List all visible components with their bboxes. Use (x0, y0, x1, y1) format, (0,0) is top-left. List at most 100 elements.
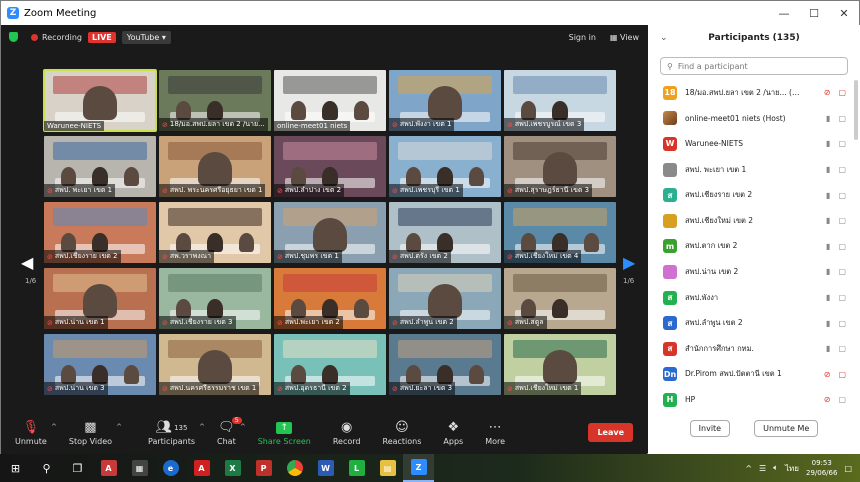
start-button[interactable]: ⊞ (0, 454, 31, 482)
participant-row[interactable]: Dn Dr.Pirom สพป.ปัตตานี เขต 1 ⊘ ▢ (648, 362, 860, 388)
close-button[interactable]: ✕ (829, 7, 859, 20)
mic-muted-icon: 🎙︎ (22, 420, 40, 435)
share-screen-button[interactable]: ↑ Share Screen (258, 419, 311, 446)
leave-button[interactable]: Leave (588, 422, 633, 442)
participant-row[interactable]: สพป.น่าน เขต 2 ▮ ▢ (648, 259, 860, 285)
apps-icon: ❖ (447, 420, 460, 435)
unmute-me-button[interactable]: Unmute Me (754, 420, 819, 437)
video-tile[interactable]: ⊘ สพป.เชียงราย เขต 3 (159, 268, 271, 329)
reactions-button[interactable]: ☺ Reactions (383, 419, 422, 446)
video-tile[interactable]: Warunee-NIETS (43, 69, 157, 132)
mic-icon: ▮ (826, 318, 831, 328)
video-tile[interactable]: ⊘ สพป.เพชรบุรี เขต 1 (389, 136, 501, 197)
mic-icon: ▮ (826, 216, 831, 226)
collapse-chevron-icon[interactable]: ⌄ (660, 33, 668, 43)
minimize-button[interactable]: — (769, 7, 799, 20)
next-page-arrow-icon[interactable]: ▶ (623, 253, 635, 272)
participants-caret-icon[interactable]: ^ (199, 423, 205, 431)
maximize-button[interactable]: ☐ (799, 7, 829, 20)
record-button[interactable]: ◉ Record (333, 419, 361, 446)
taskbar-app-pdf2[interactable]: P (248, 454, 279, 482)
unmute-button[interactable]: 🎙︎ Unmute ^ (15, 419, 57, 446)
apps-button[interactable]: ❖ Apps (443, 419, 463, 446)
participant-list-scrollbar[interactable] (854, 80, 858, 140)
share-screen-icon: ↑ (276, 421, 293, 434)
chat-caret-icon[interactable]: ^ (240, 423, 246, 431)
mic-muted-icon: ⊘ (507, 120, 513, 129)
video-tile[interactable]: ⊘ สพป.เชียงราย เขต 2 (44, 202, 156, 263)
participant-row[interactable]: สสพป.พังงา ▮ ▢ (648, 285, 860, 311)
video-tile[interactable]: ⊘ สพป.ยะลา เขต 3 (389, 334, 501, 395)
prev-page-arrow-icon[interactable]: ◀ (21, 253, 33, 272)
tray-chevron-icon[interactable]: ^ (745, 464, 752, 473)
taskbar-app-zoom[interactable]: Z (403, 454, 434, 482)
video-tile[interactable]: ⊘ สพป.พังงา เขต 1 (389, 70, 501, 131)
video-tile[interactable]: ⊘ สพป.เพชรบูรณ์ เขต 3 (504, 70, 616, 131)
video-tile[interactable]: ⊘ สพป.ชุมพร เขต 1 (274, 202, 386, 263)
video-tile[interactable]: ⊘ สพป.ลำปาง เขต 2 (274, 136, 386, 197)
security-shield-icon[interactable] (9, 32, 18, 42)
video-tile[interactable]: ⊘ สพป.ตรัง เขต 2 (389, 202, 501, 263)
participant-row[interactable]: สพป. พะเยา เขต 1 ▮ ▢ (648, 157, 860, 183)
participant-row[interactable]: สสพป.เชียงราย เขต 2 ▮ ▢ (648, 182, 860, 208)
video-tile[interactable]: ⊘ สพป.สุราษฎร์ธานี เขต 3 (504, 136, 616, 197)
chat-button[interactable]: 🗨︎ 5 Chat ^ (217, 416, 246, 446)
more-button[interactable]: ⋯ More (485, 419, 505, 446)
network-icon[interactable]: ☰ (759, 464, 766, 473)
taskbar-app-chrome[interactable] (279, 454, 310, 482)
search-taskbar-button[interactable]: ⚲ (31, 454, 62, 482)
video-tile[interactable]: ⊘ สพป.น่าน เขต 1 (44, 268, 156, 329)
video-icon: ▢ (838, 293, 846, 303)
youtube-dropdown[interactable]: YouTube ▾ (121, 30, 171, 44)
language-indicator[interactable]: ไทย (785, 462, 799, 475)
taskbar-app-pdf[interactable]: A (93, 454, 124, 482)
video-tile[interactable]: ⊘ สพป.เชียงใหม่ เขต 1 (504, 334, 616, 395)
video-tile[interactable]: ⊘ 18/มอ.สพป.ยลา เขต 2 /นาย... (159, 70, 271, 131)
audio-options-caret-icon[interactable]: ^ (51, 423, 57, 431)
sign-in-link[interactable]: Sign in (569, 33, 596, 42)
participants-panel: ⌄ Participants (135) ⚲ Find a participan… (648, 25, 860, 455)
video-tile[interactable]: ⊘ สพป.เชียงใหม่ เขต 4 (504, 202, 616, 263)
participants-button[interactable]: 👥︎ 135 Participants ^ (148, 419, 205, 446)
video-tile[interactable]: ⊘ สพป. พะเยา เขต 1 (44, 136, 156, 197)
volume-icon[interactable]: 🔈︎ (773, 463, 778, 473)
mic-icon: ▮ (826, 241, 831, 251)
participant-row[interactable]: W Warunee-NIETS ▮ ▢ (648, 131, 860, 157)
video-tile[interactable]: ⊘ สพป.อุดรธานี เขต 2 (274, 334, 386, 395)
mic-muted-icon: ⊘ (392, 384, 398, 393)
participant-row[interactable]: m สพป.ตาก เขต 2 ▮ ▢ (648, 234, 860, 260)
task-view-button[interactable]: ❐ (62, 454, 93, 482)
notifications-icon[interactable]: □ (844, 464, 852, 473)
participant-row[interactable]: 18 18/มอ.สพป.ยลา เขต 2 /นาย... (Me) ⊘ ▢ (648, 80, 860, 106)
taskbar-app-acrobat[interactable]: A (186, 454, 217, 482)
taskbar-clock[interactable]: 09:53 29/06/66 (806, 458, 837, 478)
video-tile[interactable]: ⊘ สพป.พะเยา เขต 2 (274, 268, 386, 329)
participant-row[interactable]: H HP ⊘ ▢ (648, 387, 860, 413)
participant-list: 18 18/มอ.สพป.ยลา เขต 2 /นาย... (Me) ⊘ ▢ onli… (648, 80, 860, 413)
participant-row[interactable]: สพป.เชียงใหม่ เขต 2 ▮ ▢ (648, 208, 860, 234)
taskbar-app-line[interactable]: L (341, 454, 372, 482)
video-tile[interactable]: online-meet01 niets (274, 70, 386, 131)
taskbar-app-edge[interactable]: e (155, 454, 186, 482)
participant-search-field[interactable]: ⚲ Find a participant (660, 57, 848, 75)
video-options-caret-icon[interactable]: ^ (116, 423, 122, 431)
mic-icon: ▮ (826, 344, 831, 354)
taskbar-app-explorer[interactable]: ▤ (372, 454, 403, 482)
pdf-reader-app-icon: P (255, 460, 272, 476)
video-tile[interactable]: ⊘ สพป.น่าน เขต 3 (44, 334, 156, 395)
video-tile[interactable]: ⊘ สพป.ลำพูน เขต 2 (389, 268, 501, 329)
video-tile[interactable]: ⊘ สพป. พระนครศรีอยุธยา เขต 1 (159, 136, 271, 197)
taskbar-app-word[interactable]: W (310, 454, 341, 482)
participant-row[interactable]: สสพป.ลำพูน เขต 2 ▮ ▢ (648, 310, 860, 336)
video-tile[interactable]: ⊘ สพป.นครศรีธรรมราช เขต 1 (159, 334, 271, 395)
view-button[interactable]: ▦ View (610, 33, 639, 42)
video-tile[interactable]: ⊘ สพ.วราพงณา (159, 202, 271, 263)
taskbar-app-calculator[interactable]: ▦ (124, 454, 155, 482)
stop-video-button[interactable]: ▩ Stop Video ^ (69, 419, 122, 446)
participant-row[interactable]: online-meet01 niets (Host) ▮ ▢ (648, 106, 860, 132)
invite-button[interactable]: Invite (689, 420, 731, 437)
taskbar-app-excel[interactable]: X (217, 454, 248, 482)
video-tile[interactable]: ⊘ สพป.สตูล (504, 268, 616, 329)
participant-row[interactable]: สสำนักการศึกษา กทม. ▮ ▢ (648, 336, 860, 362)
live-badge[interactable]: LIVE (88, 31, 116, 43)
